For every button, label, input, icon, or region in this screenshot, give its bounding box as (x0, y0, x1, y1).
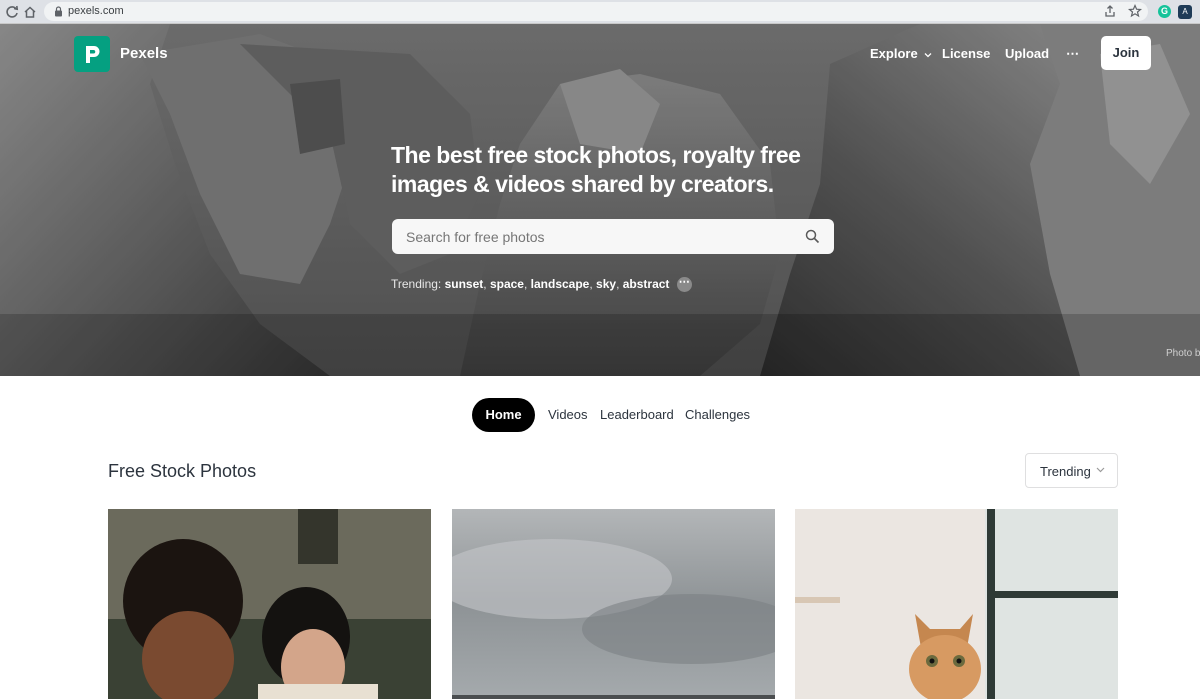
nav-explore-label: Explore (870, 46, 918, 61)
star-icon[interactable] (1127, 3, 1143, 19)
logo-text[interactable]: Pexels (120, 45, 168, 62)
trending-link[interactable]: sky (596, 277, 616, 291)
photo-image (108, 509, 431, 699)
search-bar (392, 219, 834, 254)
tab-videos[interactable]: Videos (548, 398, 588, 432)
tab-leaderboard[interactable]: Leaderboard (600, 398, 674, 432)
photo-card[interactable] (108, 509, 431, 699)
trending-link[interactable]: abstract (623, 277, 670, 291)
tab-challenges[interactable]: Challenges (685, 398, 750, 432)
chevron-down-icon (924, 52, 932, 57)
trending-link[interactable]: sunset (445, 277, 484, 291)
headline-line-1: The best free stock photos, royalty free (391, 142, 801, 168)
sort-dropdown[interactable]: Trending (1025, 453, 1118, 488)
logo-mark-icon (86, 46, 100, 63)
photo-image (795, 509, 1118, 699)
sort-selected-value: Trending (1040, 464, 1091, 479)
share-icon[interactable] (1102, 3, 1118, 19)
grammarly-extension-icon[interactable]: G (1158, 5, 1171, 18)
tab-home[interactable]: Home (472, 398, 535, 432)
search-icon[interactable] (805, 229, 820, 244)
photo-image (452, 509, 775, 699)
more-trending-icon[interactable]: ⋯ (676, 277, 692, 293)
content-tabs: Home Videos Leaderboard Challenges (0, 398, 1200, 432)
url-text: pexels.com (68, 5, 124, 17)
browser-toolbar: pexels.com G A (0, 0, 1200, 24)
address-bar[interactable]: pexels.com (44, 2, 1148, 21)
photo-credit[interactable]: Photo b (1166, 348, 1200, 359)
pexels-logo-icon[interactable] (74, 36, 110, 72)
nav-explore[interactable]: Explore (870, 46, 932, 61)
section-title: Free Stock Photos (108, 461, 257, 481)
trending-link[interactable]: landscape (531, 277, 590, 291)
home-icon[interactable] (22, 4, 38, 20)
hero-section: Pexels Explore License Upload ⋯ Join The… (0, 24, 1200, 376)
trending-label: Trending: (391, 277, 442, 291)
nav-license[interactable]: License (942, 46, 990, 61)
hero-headline: The best free stock photos, royalty free… (391, 141, 831, 199)
photo-card[interactable] (452, 509, 775, 699)
trending-link[interactable]: space (490, 277, 524, 291)
search-input[interactable] (392, 219, 792, 254)
trending-searches: Trending: sunset, space, landscape, sky,… (391, 276, 692, 293)
chevron-down-icon (1096, 467, 1105, 473)
more-menu-icon[interactable]: ⋯ (1066, 46, 1079, 62)
lock-icon (55, 6, 62, 17)
join-button[interactable]: Join (1101, 36, 1151, 70)
extension-icon[interactable]: A (1178, 5, 1192, 19)
reload-icon[interactable] (4, 4, 20, 20)
nav-upload[interactable]: Upload (1005, 46, 1049, 61)
headline-line-2: images & videos shared by creators. (391, 171, 774, 197)
hero-background-photo (0, 24, 1200, 376)
photo-card[interactable] (795, 509, 1118, 699)
